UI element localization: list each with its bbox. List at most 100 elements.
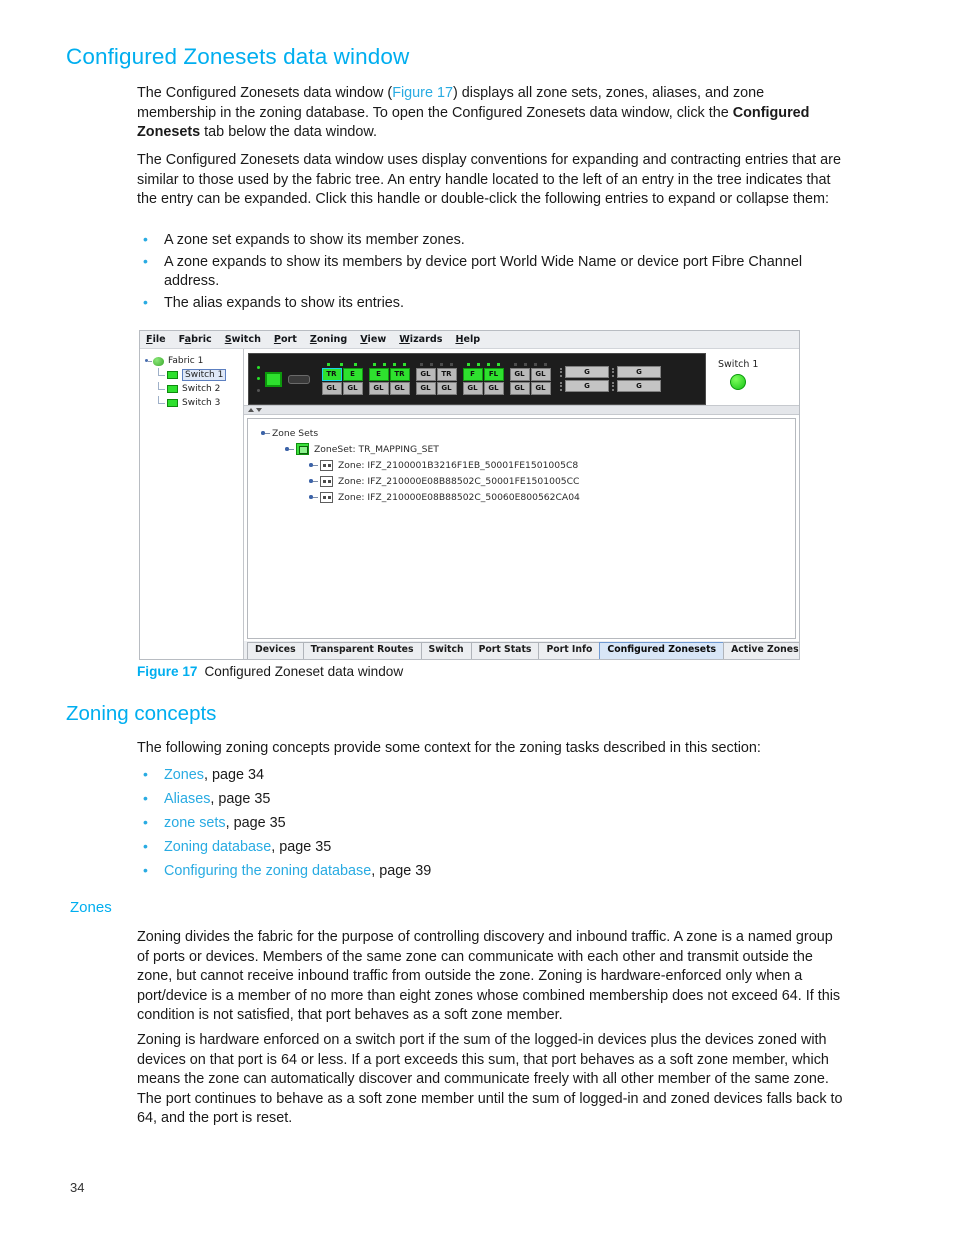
g-port[interactable]: G (565, 366, 609, 378)
zones-paragraph-2: Zoning is hardware enforced on a switch … (137, 1032, 843, 1127)
port-group: E TR GL GL (368, 363, 410, 395)
cross-reference-page: , page 35 (225, 815, 286, 832)
led-icon (353, 363, 357, 366)
tab-transparent-routes[interactable]: Transparent Routes (302, 642, 422, 659)
page-number: 34 (70, 1180, 85, 1195)
expand-handle-icon[interactable] (308, 491, 320, 503)
pane-splitter[interactable] (244, 405, 799, 415)
fabric-tree-item-switch-3[interactable]: Switch 3 (144, 396, 243, 410)
figure-17-link[interactable]: Figure 17 (392, 85, 453, 101)
cross-reference-link[interactable]: zone sets (164, 815, 226, 831)
g-port[interactable]: G (617, 366, 661, 378)
figure-caption-text: Configured Zoneset data window (204, 664, 404, 679)
switch-port[interactable]: GL (462, 381, 483, 395)
expand-handle-icon[interactable] (144, 357, 153, 366)
zone-row[interactable]: Zone: IFZ_210000E08B88502C_50001FE150100… (256, 473, 795, 489)
switch-port[interactable]: GL (530, 381, 551, 395)
cross-reference-link[interactable]: Configuring the zoning database (164, 863, 371, 879)
zone-row[interactable]: Zone: IFZ_2100001B3216F1EB_50001FE150100… (256, 457, 795, 473)
switch-port[interactable]: GL (509, 367, 530, 381)
cross-reference-link[interactable]: Aliases (164, 791, 210, 807)
figure-caption: Figure 17 Configured Zoneset data window (137, 664, 403, 679)
g-port[interactable]: G (617, 380, 661, 392)
zone-icon (320, 459, 333, 471)
expand-handle-icon[interactable] (308, 459, 320, 471)
led-icon (439, 363, 443, 366)
cross-reference-link[interactable]: Zoning database (164, 839, 271, 855)
switch-port[interactable]: GL (321, 381, 342, 395)
serial-port-icon (288, 374, 310, 384)
zoning-concepts-link-list: Zones, page 34Aliases, page 35zone sets,… (137, 765, 857, 886)
cross-reference-link[interactable]: Zones (164, 767, 204, 783)
menu-item-switch[interactable]: Switch (225, 334, 261, 345)
switch-icon (167, 385, 178, 393)
intro-p1-part-a: The Configured Zonesets data window ( (137, 85, 393, 101)
cross-reference-page: , page 35 (210, 791, 271, 808)
ethernet-port-icon[interactable] (265, 371, 282, 387)
fabric-tree-item-switch-1[interactable]: Switch 1 (144, 368, 243, 382)
expand-handle-icon[interactable] (284, 443, 296, 455)
tab-configured-zonesets[interactable]: Configured Zonesets (599, 642, 725, 659)
switch-port[interactable]: FL (483, 367, 504, 381)
app-body: Fabric 1 Switch 1 Switch 2 Switch 3 TR E… (140, 349, 799, 659)
zone-label: Zone: IFZ_210000E08B88502C_50060E800562C… (338, 491, 580, 503)
switch-port[interactable]: GL (415, 381, 436, 395)
switch-port[interactable]: E (342, 367, 363, 381)
switch-port[interactable]: GL (530, 367, 551, 381)
fabric-tree-label-switch-2: Switch 2 (182, 384, 221, 394)
configured-zonesets-data-window[interactable]: Zone Sets ZoneSet: TR_MAPPING_SET Zone: … (247, 418, 796, 639)
tab-port-info[interactable]: Port Info (538, 642, 601, 659)
switch-port[interactable]: GL (389, 381, 410, 395)
zonesets-root-row[interactable]: Zone Sets (256, 425, 795, 441)
list-item: Zoning database, page 35 (137, 837, 857, 858)
tab-devices[interactable]: Devices (247, 642, 304, 659)
menu-item-fabric[interactable]: Fabric (179, 334, 212, 345)
port-group: GL TR GL GL (415, 363, 457, 395)
switch-port[interactable]: GL (368, 381, 389, 395)
switch-icon (167, 371, 178, 379)
g-port[interactable]: G (565, 380, 609, 392)
splitter-down-arrow-icon[interactable] (256, 408, 262, 412)
port-group: GL GL GL GL (509, 363, 551, 395)
zoneset-row[interactable]: ZoneSet: TR_MAPPING_SET (256, 441, 795, 457)
menu-item-file[interactable]: FFileile (146, 334, 166, 345)
tab-active-zoneset[interactable]: Active Zoneset (723, 642, 799, 659)
expand-handle-icon[interactable] (260, 427, 272, 439)
zoneset-label: ZoneSet: TR_MAPPING_SET (314, 443, 439, 455)
fabric-tree-item-switch-2[interactable]: Switch 2 (144, 382, 243, 396)
switch-port[interactable]: GL (342, 381, 363, 395)
zone-icon (320, 491, 333, 503)
switch-port[interactable]: TR (321, 367, 342, 381)
switch-port[interactable]: GL (509, 381, 530, 395)
expand-handle-icon[interactable] (308, 475, 320, 487)
fabric-tree-label-switch-1: Switch 1 (182, 369, 227, 381)
switch-port[interactable]: GL (436, 381, 457, 395)
list-item: zone sets, page 35 (137, 813, 857, 834)
menu-item-help[interactable]: Help (455, 334, 480, 345)
list-item: Configuring the zoning database, page 39 (137, 861, 857, 882)
menu-item-port[interactable]: Port (274, 334, 297, 345)
port-row: E TR (368, 367, 410, 381)
switch-port[interactable]: E (368, 367, 389, 381)
switch-port[interactable]: GL (415, 367, 436, 381)
menu-item-wizards[interactable]: Wizards (399, 334, 442, 345)
zone-row[interactable]: Zone: IFZ_210000E08B88502C_50060E800562C… (256, 489, 795, 505)
figure-application-window: FFileile Fabric Switch Port Zoning View … (139, 330, 800, 660)
led-icon (496, 363, 500, 366)
switch-port[interactable]: TR (389, 367, 410, 381)
menu-item-zoning[interactable]: Zoning (310, 334, 347, 345)
switch-name-label: Switch 1 (718, 359, 759, 370)
switch-port[interactable]: F (462, 367, 483, 381)
menu-item-view[interactable]: View (360, 334, 386, 345)
switch-port[interactable]: GL (483, 381, 504, 395)
switch-faceplate[interactable]: TR E GL GL E TR GL GL GL TR GL GL F FL GL GL GL GL GL GL G … (248, 353, 706, 405)
switch-status-led-icon (730, 374, 747, 390)
fabric-tree-root[interactable]: Fabric 1 (144, 354, 243, 368)
tab-switch[interactable]: Switch (420, 642, 472, 659)
fabric-tree-pane[interactable]: Fabric 1 Switch 1 Switch 2 Switch 3 (140, 349, 244, 659)
splitter-up-arrow-icon[interactable] (248, 408, 254, 412)
port-group: TR E GL GL (321, 363, 363, 395)
expand-bullet-list: A zone set expands to show its member zo… (137, 230, 857, 315)
tab-port-stats[interactable]: Port Stats (470, 642, 540, 659)
switch-port[interactable]: TR (436, 367, 457, 381)
